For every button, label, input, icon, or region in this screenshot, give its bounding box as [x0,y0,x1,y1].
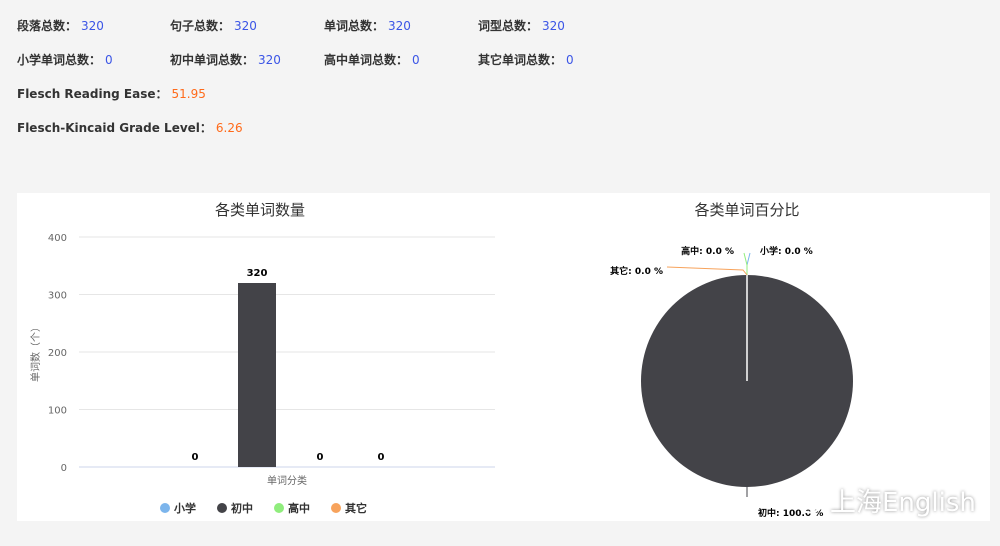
stat-junior-words: 初中单词总数： 320 [170,50,281,70]
stats-row-totals: 段落总数： 320 句子总数： 320 单词总数： 320 词型总数： 320 [0,16,1000,36]
pie-chart-title: 各类单词百分比 [694,201,799,219]
stat-value: 6.26 [215,121,243,135]
stat-label: 其它单词总数： [478,53,563,67]
bar-2 [238,283,276,467]
legend-label: 小学 [173,501,196,515]
legend-marker-1 [160,503,170,513]
stat-value: 0 [412,53,420,67]
legend-label: 高中 [288,501,310,515]
stat-primary-words: 小学单词总数： 0 [17,50,113,70]
bar-data-label: 0 [378,452,385,463]
stat-value: 51.95 [171,87,206,101]
stat-value: 320 [542,19,565,33]
pie-data-label: 小学: 0.0 % [759,245,813,257]
bar-y-tick-label: 400 [48,233,67,244]
bar-data-label: 0 [317,452,324,463]
bar-y-tick-label: 300 [48,291,67,302]
legend-label: 初中 [231,501,253,515]
stat-label: 小学单词总数： [17,53,102,67]
stat-label: 句子总数： [170,19,231,33]
stat-sentences: 句子总数： 320 [170,16,257,36]
stat-flesch-reading-ease: Flesch Reading Ease： 51.95 [17,84,206,104]
legend-marker-3 [274,503,284,513]
bar-data-label: 0 [192,452,199,463]
stat-paragraphs: 段落总数： 320 [17,16,104,36]
stats-row-grade: Flesch-Kincaid Grade Level： 6.26 [0,118,1000,138]
stat-word-types: 词型总数： 320 [478,16,565,36]
bar-y-tick-label: 100 [48,406,67,417]
stat-label: 单词总数： [324,19,385,33]
stat-value: 0 [566,53,574,67]
watermark-text: 上海English [830,487,976,518]
bar-y-tick-label: 0 [61,463,67,474]
stat-label: 高中单词总数： [324,53,409,67]
stat-value: 320 [234,19,257,33]
bar-x-axis-title: 单词分类 [267,474,307,487]
legend-marker-2 [217,503,227,513]
bar-data-label: 320 [247,268,268,279]
charts-canvas: 各类单词数量 0 100 200 300 400 单词数（个） 单词分类 0 320 0 0 小学 初中 高… [29,201,853,519]
legend-marker-4 [331,503,341,513]
stat-senior-words: 高中单词总数： 0 [324,50,420,70]
stat-other-words: 其它单词总数： 0 [478,50,574,70]
pie-data-label: 其它: 0.0 % [610,265,663,277]
stat-label: Flesch-Kincaid Grade Level： [17,121,212,135]
stat-value: 320 [258,53,281,67]
bar-y-axis-title: 单词数（个） [29,322,42,382]
stat-words: 单词总数： 320 [324,16,411,36]
wechat-icon [784,485,823,514]
pie-connector-4 [666,266,748,276]
legend-label: 其它 [345,501,367,515]
charts-panel: 各类单词数量 0 100 200 300 400 单词数（个） 单词分类 0 320 0 0 小学 初中 高… [17,193,990,521]
stat-value: 320 [81,19,104,33]
stats-row-levels: 小学单词总数： 0 初中单词总数： 320 高中单词总数： 0 其它单词总数： 0 [0,50,1000,70]
stat-label: 初中单词总数： [170,53,255,67]
wechat-watermark: 上海English [784,480,976,520]
stats-row-flesch: Flesch Reading Ease： 51.95 [0,84,1000,104]
stat-label: 词型总数： [478,19,539,33]
pie-data-label: 高中: 0.0 % [681,245,734,257]
bar-chart-title: 各类单词数量 [215,201,305,219]
stat-fk-grade-level: Flesch-Kincaid Grade Level： 6.26 [17,118,243,138]
stat-label: 段落总数： [17,19,78,33]
stat-value: 320 [388,19,411,33]
bar-y-tick-label: 200 [48,348,67,359]
stat-value: 0 [105,53,113,67]
stat-label: Flesch Reading Ease： [17,87,168,101]
